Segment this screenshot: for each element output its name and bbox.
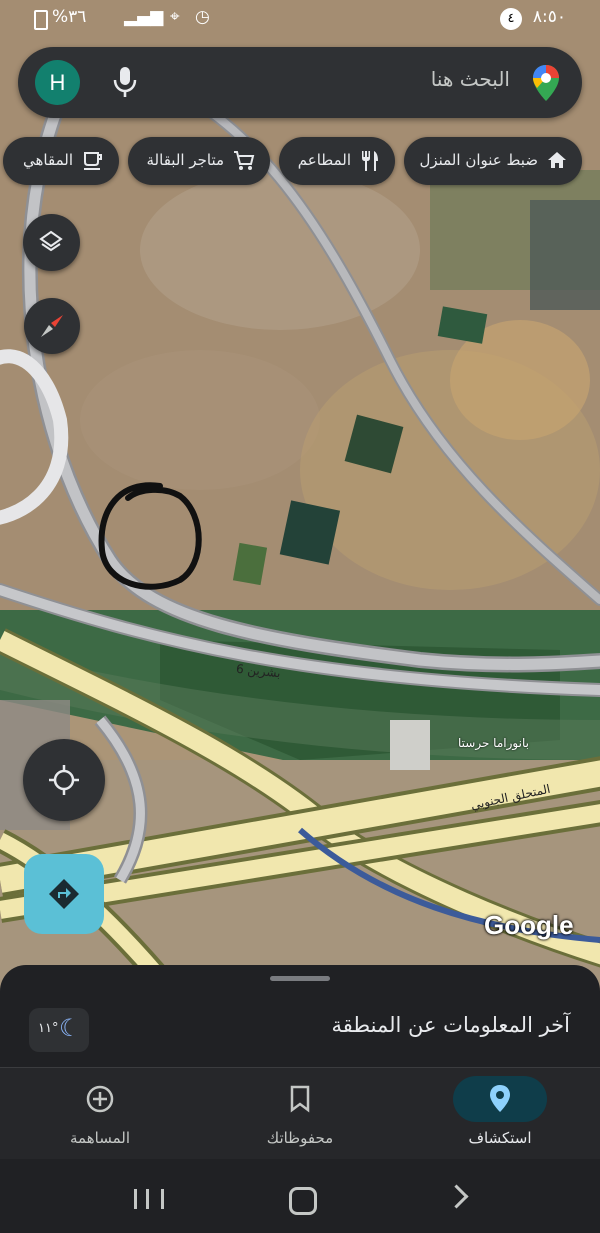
location-icon: ⌖ [170, 7, 180, 27]
chip-restaurants[interactable]: المطاعم [279, 137, 395, 185]
google-maps-pin-icon [533, 65, 559, 101]
moon-icon: ☾ [59, 1014, 81, 1042]
time: ٨:٥٠ [532, 7, 566, 27]
system-navigation-bar [0, 1159, 600, 1233]
chip-grocery-stores[interactable]: متاجر البقالة [128, 137, 270, 185]
layers-button[interactable] [23, 214, 80, 271]
weather-badge[interactable]: ١١° ☾ [29, 1008, 89, 1052]
battery-icon [34, 10, 48, 30]
nav-explore[interactable]: استكشاف [400, 1068, 600, 1160]
nav-label: استكشاف [468, 1129, 532, 1147]
compass-icon [41, 315, 63, 337]
my-location-icon [49, 765, 79, 795]
home-button-icon[interactable] [289, 1187, 317, 1215]
signal-icon: ▂▄▆ [124, 7, 164, 27]
home-icon [548, 152, 566, 168]
nav-label: المساهمة [70, 1129, 130, 1147]
chip-label: المطاعم [297, 151, 351, 169]
back-icon[interactable] [444, 1184, 469, 1209]
explore-pin-icon [490, 1085, 510, 1112]
notification-count: ٤ [500, 8, 522, 30]
battery-percent: %٣٦ [52, 7, 87, 27]
place-label[interactable]: بانوراما حرستا [458, 736, 529, 750]
recent-apps-icon[interactable] [134, 1189, 164, 1209]
coffee-icon [84, 152, 102, 170]
nav-active-indicator [453, 1076, 547, 1122]
sheet-title: آخر المعلومات عن المنطقة [331, 1013, 571, 1037]
nav-saved[interactable]: محفوظاتك [200, 1068, 400, 1160]
account-avatar[interactable]: H [35, 60, 80, 105]
search-bar[interactable]: H البحث هنا [18, 47, 582, 118]
bookmark-icon [290, 1085, 310, 1113]
microphone-icon[interactable] [110, 65, 140, 99]
nav-label: محفوظاتك [266, 1129, 334, 1147]
weather-temp: ١١° [38, 1021, 59, 1036]
search-input[interactable]: البحث هنا [431, 67, 510, 91]
bottom-navigation: المساهمة محفوظاتك استكشاف [0, 1067, 600, 1160]
add-circle-icon [86, 1085, 114, 1113]
sheet-drag-handle[interactable] [270, 976, 330, 981]
status-bar: %٣٦ ▂▄▆ ⌖ ◷ ٨:٥٠ ٤ [0, 0, 600, 36]
chip-label: ضبط عنوان المنزل [419, 151, 538, 169]
directions-button[interactable] [24, 854, 104, 934]
nav-contribute[interactable]: المساهمة [0, 1068, 200, 1160]
shopping-cart-icon [234, 151, 255, 170]
layers-icon [39, 230, 63, 252]
my-location-button[interactable] [23, 739, 105, 821]
directions-icon [49, 879, 79, 909]
chip-label: متاجر البقالة [146, 151, 224, 169]
chip-cafes[interactable]: المقاهي [3, 137, 119, 185]
chip-label: المقاهي [23, 151, 73, 169]
chip-set-home-address[interactable]: ضبط عنوان المنزل [404, 137, 582, 185]
alarm-icon: ◷ [195, 7, 210, 27]
restaurant-icon [362, 151, 378, 171]
compass-button[interactable] [24, 298, 80, 354]
google-watermark: Google [484, 910, 574, 940]
